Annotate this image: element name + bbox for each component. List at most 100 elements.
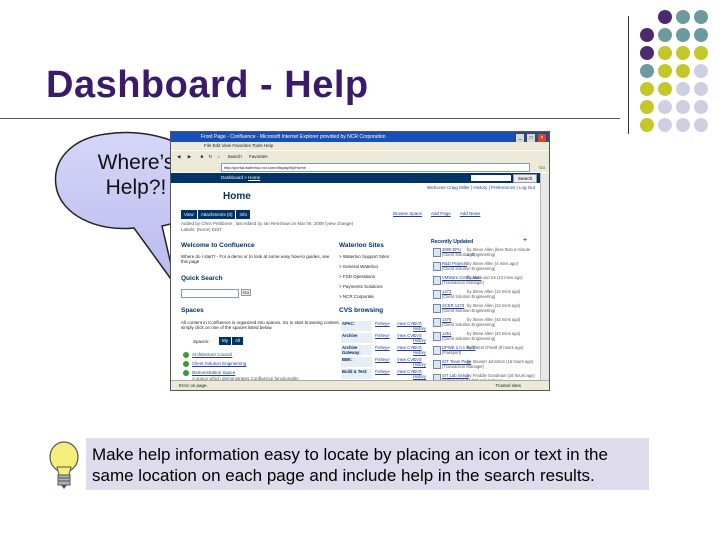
tab-view[interactable]: View	[181, 210, 197, 219]
tip-box: Make help information easy to locate by …	[86, 438, 649, 490]
decorative-dot	[658, 46, 672, 60]
browser-window: Front Page - Confluence - Microsoft Inte…	[170, 131, 550, 391]
space-name[interactable]: Architecture Council	[192, 352, 232, 357]
decorative-dot	[676, 100, 690, 114]
space-name[interactable]: Demonstration Space	[192, 370, 235, 375]
forward-icon[interactable]: ▶	[188, 154, 191, 159]
cvs-history-link[interactable]: CVS History	[413, 321, 431, 331]
decorative-dot	[694, 28, 708, 42]
space-icon	[183, 352, 189, 358]
favorites-toolbar-button[interactable]: Favorites	[249, 154, 268, 159]
edit-info: Added by Chris Pettibone , last edited b…	[181, 221, 354, 226]
recent-item-author: by Darrel O'Neill (9 hours ago)	[467, 345, 524, 350]
page-icon	[433, 304, 441, 313]
spaces-label: Spaces:	[193, 339, 210, 344]
recent-item: R&D Projects by Steve Allen (4 mins ago)(…	[431, 261, 539, 274]
waterloo-link[interactable]: > Waterloo Support Sites	[339, 254, 389, 259]
decorative-dot	[676, 118, 690, 132]
waterloo-link[interactable]: > FSD Operations	[339, 274, 375, 279]
waterloo-heading: Waterloo Sites	[339, 242, 384, 249]
address-field[interactable]: http://portal.waterloo.ncr.com/display/f…	[221, 163, 530, 172]
cvs-history-link[interactable]: CVS History	[413, 369, 431, 379]
cvs-row: Build & Test: Fisheye View CVS CVS History	[339, 368, 431, 379]
space-row[interactable]: Architecture Council	[181, 351, 341, 360]
waterloo-link[interactable]: > Payments Solutions	[339, 284, 383, 289]
recent-item-space: (Client Solution Engineering)	[442, 308, 496, 313]
refresh-icon[interactable]: ↻	[208, 154, 212, 159]
page-icon	[433, 360, 441, 369]
back-icon[interactable]: ◀	[177, 154, 180, 159]
add-page-link[interactable]: Add Page	[431, 211, 451, 216]
title-rule	[0, 118, 620, 119]
cvs-repo-name: BBK:	[341, 357, 372, 367]
site-search-input[interactable]	[471, 175, 511, 181]
space-row[interactable]: Demonstration Space A space which demonst…	[181, 369, 341, 381]
decorative-dot	[640, 82, 654, 96]
breadcrumb: Dashboard > Home	[221, 175, 261, 180]
cvs-fisheye-link[interactable]: Fisheye	[375, 345, 390, 350]
page-icon	[433, 332, 441, 341]
user-links[interactable]: Welcome Craig Miller | History | Prefere…	[427, 185, 535, 190]
search-toolbar-button[interactable]: Search	[227, 154, 241, 159]
cvs-fisheye-link[interactable]: Fisheye	[375, 333, 390, 338]
spaces-tab-all[interactable]: All	[232, 337, 244, 345]
space-row[interactable]: Client Solution Engineering	[181, 360, 341, 369]
page-icon	[433, 318, 441, 327]
cvs-fisheye-link[interactable]: Fisheye	[375, 369, 390, 374]
decorative-dot	[676, 10, 690, 24]
quick-search-heading: Quick Search	[181, 275, 223, 282]
decorative-dot	[676, 64, 690, 78]
home-icon[interactable]: ⌂	[218, 154, 221, 159]
waterloo-link[interactable]: > NCR Corporate	[339, 294, 374, 299]
decorative-dot	[640, 118, 654, 132]
recent-item: 3690 EPU by Steve Allen (less than a minu…	[431, 247, 539, 260]
cvs-history-link[interactable]: CVS History	[413, 333, 431, 343]
slide: Dashboard - Help Where’s Help?! Front Pa…	[0, 0, 722, 542]
menu-bar[interactable]: File Edit View Favorites Tools Help	[171, 142, 549, 150]
slide-title: Dashboard - Help	[46, 64, 369, 106]
decorative-dot	[694, 46, 708, 60]
labels-line: Labels: (None) EDIT	[181, 227, 223, 232]
go-button[interactable]: Go	[539, 163, 545, 173]
window-titlebar: Front Page - Confluence - Microsoft Inte…	[171, 132, 549, 143]
recent-item: 1451 by Steve Allen (43 mins ago) (Client …	[431, 331, 539, 344]
cvs-history-link[interactable]: CVS History	[413, 357, 431, 367]
breadcrumb-home-link[interactable]: Home	[248, 175, 260, 180]
cvs-row: Archive Fisheye View CVS CVS History	[339, 332, 431, 343]
add-news-link[interactable]: Add News	[460, 211, 481, 216]
decorative-dot	[658, 28, 672, 42]
quick-search-go-button[interactable]: Go	[241, 289, 252, 296]
cvs-fisheye-link[interactable]: Fisheye	[375, 357, 390, 362]
page-icon	[433, 276, 441, 285]
stop-icon[interactable]: ■	[200, 154, 203, 159]
cvs-row: APAC: Fisheye View CVS CVS History	[339, 320, 431, 331]
add-icon[interactable]: +	[523, 237, 527, 244]
recent-item: 1476 by Steve Allen (42 mins ago) (Client …	[431, 317, 539, 330]
recent-item-space: (Client Solution Engineering)	[442, 252, 496, 257]
space-name[interactable]: Client Solution Engineering	[192, 361, 246, 366]
waterloo-link[interactable]: > General Waterloo	[339, 264, 378, 269]
cvs-history-link[interactable]: CVS History	[413, 345, 431, 355]
cvs-fisheye-link[interactable]: Fisheye	[375, 321, 390, 326]
browse-space-link[interactable]: Browse Space	[393, 211, 422, 216]
cvs-repo-name: APAC:	[341, 321, 372, 331]
quick-search-input[interactable]	[181, 289, 239, 298]
zone-text: Trusted sites	[495, 383, 521, 388]
scrollbar[interactable]	[540, 173, 549, 381]
recent-item-space: (Transaction Manager)	[442, 280, 485, 285]
cvs-repo-name: Build & Test:	[341, 369, 372, 379]
waterloo-links: > Waterloo Support Sites > General Waterl…	[339, 254, 419, 314]
spaces-tabs: My All	[219, 337, 244, 345]
decorative-dot	[658, 100, 672, 114]
page-icon	[433, 262, 441, 271]
decorative-dot	[694, 82, 708, 96]
page-icon	[433, 248, 441, 257]
tab-info[interactable]: Info	[236, 210, 250, 219]
tab-attachments[interactable]: Attachments (0)	[197, 210, 236, 219]
spaces-tab-my[interactable]: My	[219, 337, 231, 345]
site-search-button[interactable]: Search	[513, 174, 537, 183]
address-bar: http://portal.waterloo.ncr.com/display/f…	[171, 162, 549, 172]
recent-item-space: (Transaction Manager)	[442, 364, 485, 369]
space-icon	[183, 370, 189, 376]
status-text: Error on page.	[179, 383, 208, 388]
